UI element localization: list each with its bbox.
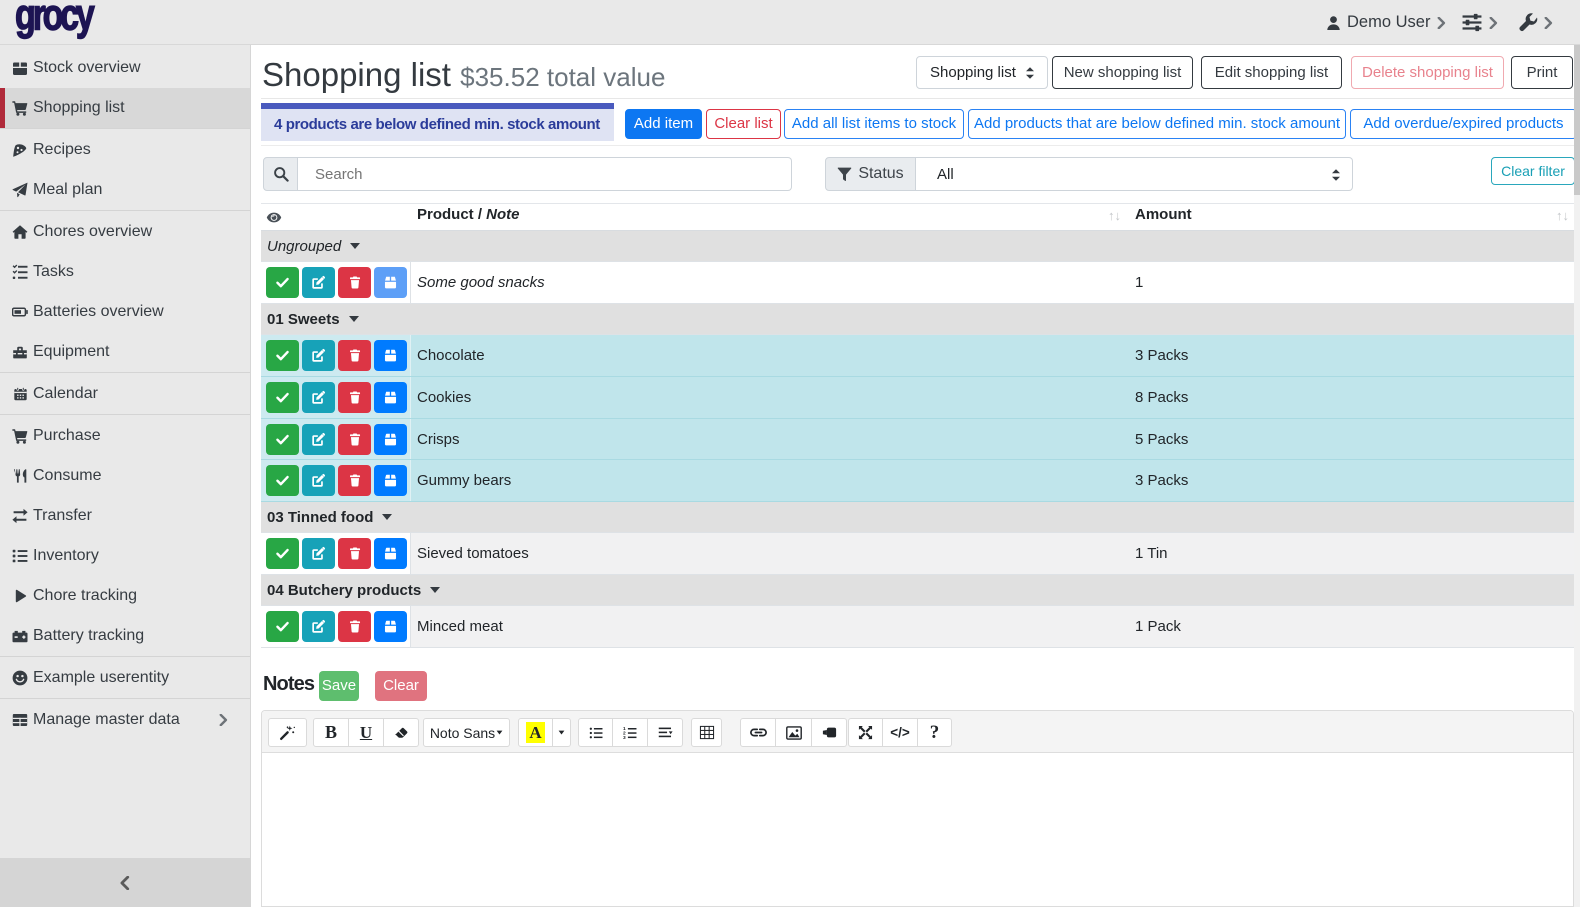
svg-text:3: 3 — [623, 734, 626, 739]
